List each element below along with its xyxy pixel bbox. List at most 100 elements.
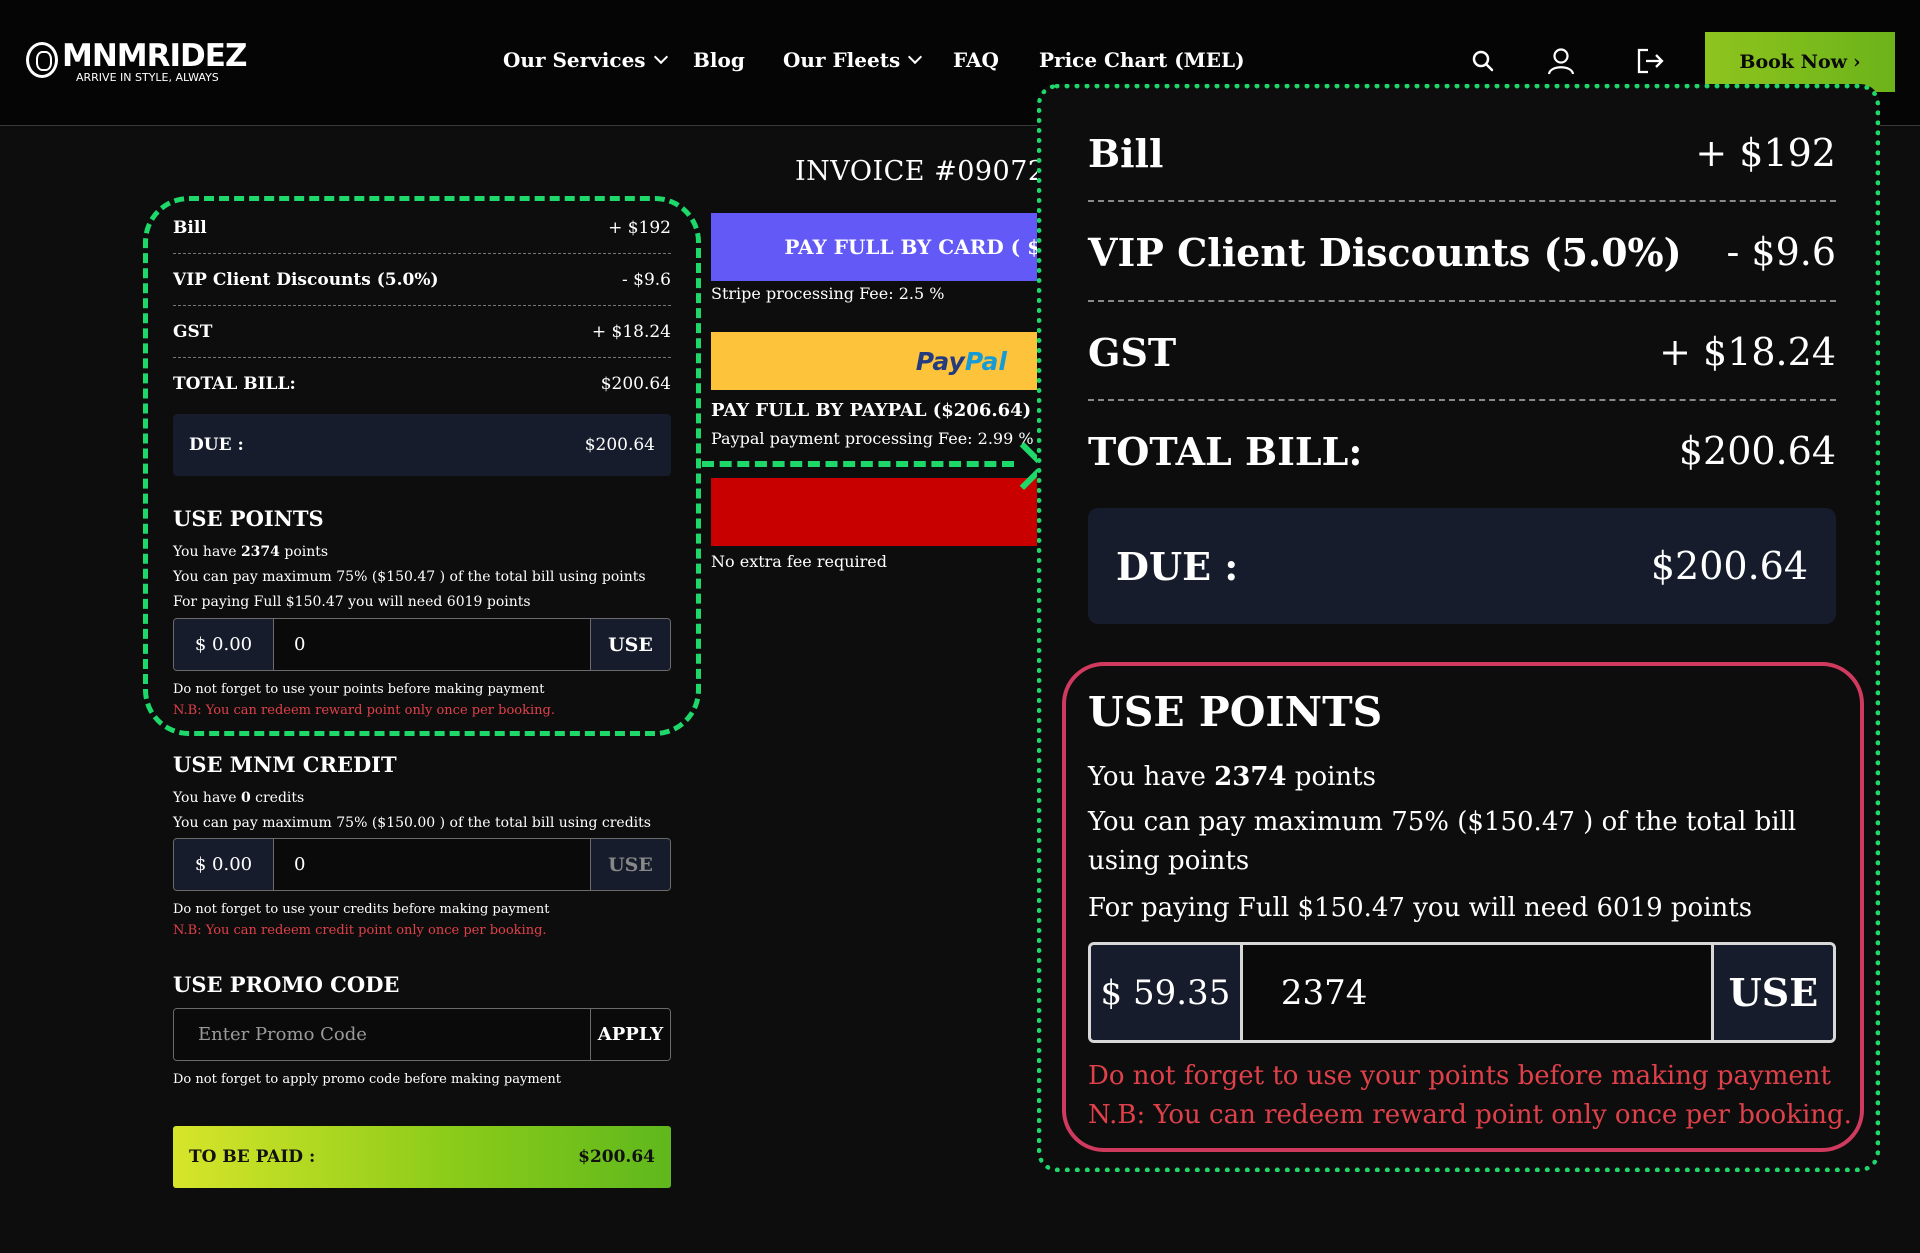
- gst-label: GST: [173, 322, 213, 342]
- book-now-label: Book Now: [1739, 51, 1847, 73]
- zoom-gst-label: GST: [1088, 330, 1177, 375]
- pay-by-card-button[interactable]: PAY FULL BY CARD ( $: [711, 213, 1041, 281]
- zoom-gst-value: + $18.24: [1659, 330, 1836, 374]
- card-fee-text: Stripe processing Fee: 2.5 %: [711, 284, 945, 303]
- book-now-button[interactable]: Book Now ›: [1705, 32, 1895, 92]
- zoom-bill-row: Bill + $192: [1088, 131, 1836, 176]
- credit-count: 0: [240, 790, 251, 806]
- zoom-total-row: TOTAL BILL: $200.64: [1088, 429, 1836, 474]
- third-payment-button[interactable]: [711, 478, 1041, 546]
- zoomed-billing-panel: Bill + $192 VIP Client Discounts (5.0%) …: [1037, 84, 1880, 1172]
- points-balance: You have 2374 points: [173, 544, 328, 560]
- logout-icon[interactable]: [1635, 46, 1665, 76]
- total-value: $200.64: [600, 374, 671, 394]
- promo-code-input[interactable]: [174, 1009, 590, 1060]
- zoom-discount-value: - $9.6: [1726, 230, 1836, 274]
- credit-have-suffix: credits: [255, 790, 305, 806]
- gst-row: GST + $18.24: [173, 322, 671, 342]
- bill-label: Bill: [173, 218, 207, 238]
- total-row: TOTAL BILL: $200.64: [173, 374, 671, 394]
- nav-label: FAQ: [953, 48, 999, 72]
- to-be-paid-label: TO BE PAID :: [189, 1147, 316, 1167]
- points-warning: N.B: You can redeem reward point only on…: [173, 703, 555, 718]
- nav-label: Our Fleets: [783, 48, 901, 72]
- zoom-use-points-button[interactable]: USE: [1710, 945, 1833, 1040]
- zoom-points-max-line: You can pay maximum 75% ($150.47 ) of th…: [1088, 807, 1797, 876]
- paypal-logo-pal: Pal: [964, 346, 1007, 376]
- credit-note: Do not forget to use your credits before…: [173, 902, 550, 917]
- points-have-prefix: You have: [173, 544, 237, 560]
- no-fee-text: No extra fee required: [711, 552, 887, 571]
- nav-blog[interactable]: Blog: [693, 48, 745, 72]
- nav-price-chart[interactable]: Price Chart (MEL): [1039, 48, 1245, 72]
- invoice-title: INVOICE #090720: [795, 156, 1064, 187]
- nav-label: Price Chart (MEL): [1039, 48, 1245, 72]
- discount-row: VIP Client Discounts (5.0%) - $9.6: [173, 270, 671, 290]
- divider: [1088, 300, 1836, 302]
- credit-money-value: $ 0.00: [174, 839, 274, 890]
- credit-warning: N.B: You can redeem credit point only on…: [173, 923, 547, 938]
- chevron-right-icon: ›: [1852, 51, 1861, 73]
- zoom-points-title: USE POINTS: [1088, 688, 1383, 736]
- zoom-points-balance: You have 2374 points: [1088, 758, 1848, 797]
- user-icon[interactable]: [1546, 46, 1576, 76]
- search-icon[interactable]: [1468, 46, 1498, 76]
- credit-title: USE MNM CREDIT: [173, 752, 397, 777]
- credit-input[interactable]: [274, 839, 590, 890]
- promo-note: Do not forget to apply promo code before…: [173, 1072, 561, 1087]
- zoom-due-value: $200.64: [1650, 544, 1808, 588]
- apply-promo-button[interactable]: APPLY: [590, 1009, 670, 1060]
- zoom-total-value: $200.64: [1678, 429, 1836, 473]
- credit-balance: You have 0 credits: [173, 790, 304, 806]
- credit-input-group: $ 0.00 USE: [173, 838, 671, 891]
- use-credit-button[interactable]: USE: [590, 839, 670, 890]
- bill-row: Bill + $192: [173, 218, 671, 238]
- card-button-label: PAY FULL BY CARD ( $: [784, 235, 1041, 259]
- points-count: 2374: [240, 544, 280, 560]
- chevron-down-icon: [908, 49, 923, 65]
- divider: [173, 357, 671, 358]
- points-full-line: For paying Full $150.47 you will need 60…: [173, 594, 531, 610]
- nav-our-fleets[interactable]: Our Fleets: [783, 48, 923, 72]
- bill-value: + $192: [608, 218, 671, 238]
- discount-label: VIP Client Discounts (5.0%): [173, 270, 439, 290]
- paypal-label: PAY FULL BY PAYPAL ($206.64): [711, 400, 1032, 421]
- logo[interactable]: MNMRIDEZ ARRIVE IN STYLE, ALWAYS: [26, 40, 247, 84]
- chevron-down-icon: [653, 49, 668, 65]
- points-input[interactable]: [274, 619, 590, 670]
- promo-input-group: APPLY: [173, 1008, 671, 1061]
- points-max-line: You can pay maximum 75% ($150.47 ) of th…: [173, 569, 646, 585]
- divider: [1088, 399, 1836, 401]
- zoom-points-section: USE POINTS You have 2374 points You can …: [1062, 662, 1864, 1152]
- zoom-have-prefix: You have: [1088, 762, 1206, 792]
- due-label: DUE :: [189, 435, 244, 455]
- discount-value: - $9.6: [622, 270, 671, 290]
- zoom-have-suffix: points: [1294, 762, 1376, 792]
- zoom-points-full-line: For paying Full $150.47 you will need 60…: [1088, 893, 1753, 923]
- zoom-points-input[interactable]: [1242, 945, 1711, 1040]
- points-note: Do not forget to use your points before …: [173, 682, 545, 697]
- paypal-fee-text: Paypal payment processing Fee: 2.99 %: [711, 429, 1034, 448]
- gst-value: + $18.24: [591, 322, 671, 342]
- to-be-paid-bar: TO BE PAID : $200.64: [173, 1126, 671, 1188]
- zoom-arrow-line: [702, 461, 1014, 467]
- zoom-due-label: DUE :: [1116, 543, 1239, 589]
- points-input-group: $ 0.00 USE: [173, 618, 671, 671]
- nav-label: Blog: [693, 48, 745, 72]
- credit-have-prefix: You have: [173, 790, 237, 806]
- zoom-points-note: Do not forget to use your points before …: [1088, 1061, 1831, 1091]
- use-points-button[interactable]: USE: [590, 619, 670, 670]
- zoom-discount-row: VIP Client Discounts (5.0%) - $9.6: [1088, 230, 1836, 275]
- due-value: $200.64: [584, 435, 655, 455]
- zoom-bill-value: + $192: [1695, 131, 1836, 175]
- divider: [173, 305, 671, 306]
- points-have-suffix: points: [284, 544, 329, 560]
- zoom-points-input-group: $ 59.35 USE: [1088, 942, 1836, 1043]
- nav-our-services[interactable]: Our Services: [503, 48, 668, 72]
- zoom-bill-label: Bill: [1088, 131, 1164, 176]
- divider: [173, 253, 671, 254]
- logo-mark-icon: [26, 42, 58, 78]
- paypal-button[interactable]: Pay Pal: [711, 332, 1041, 390]
- nav-faq[interactable]: FAQ: [953, 48, 999, 72]
- zoom-due-box: DUE : $200.64: [1088, 508, 1836, 624]
